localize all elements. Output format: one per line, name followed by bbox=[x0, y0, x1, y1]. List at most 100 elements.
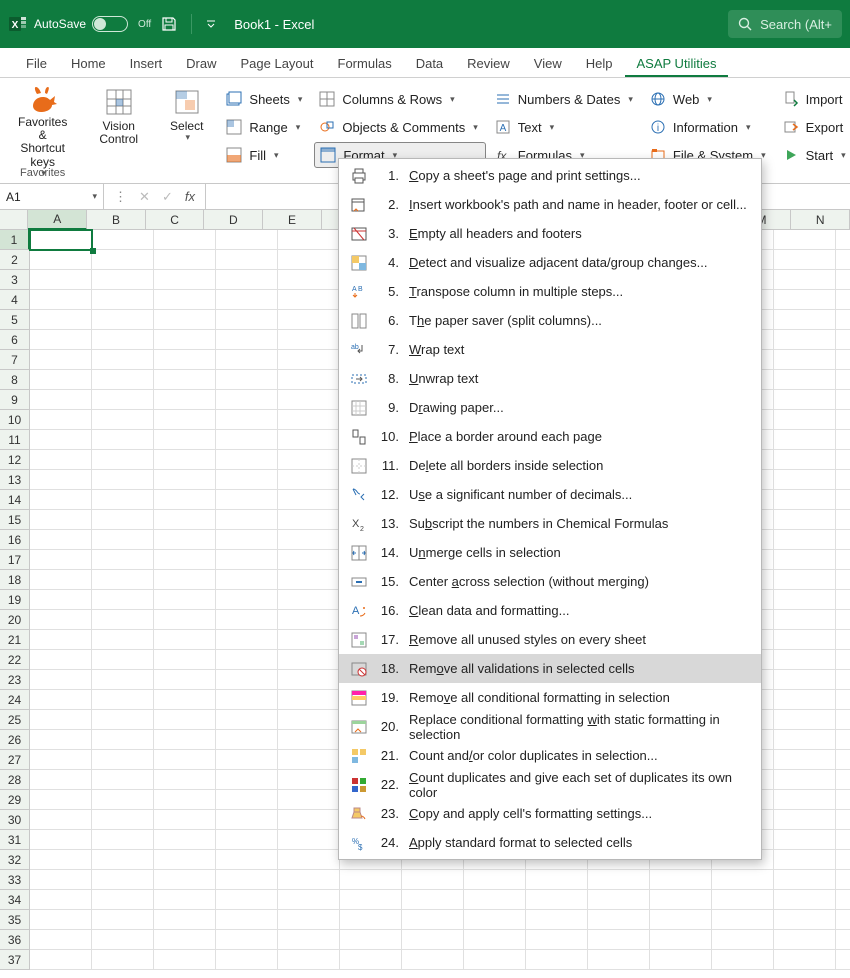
cell[interactable] bbox=[278, 430, 340, 450]
cell[interactable] bbox=[30, 350, 92, 370]
cell[interactable] bbox=[216, 450, 278, 470]
tab-page-layout[interactable]: Page Layout bbox=[229, 50, 326, 77]
cell[interactable] bbox=[650, 950, 712, 970]
autosave-toggle[interactable]: AutoSave Off bbox=[34, 16, 151, 32]
cell[interactable] bbox=[92, 670, 154, 690]
cell[interactable] bbox=[774, 650, 836, 670]
cell[interactable] bbox=[340, 870, 402, 890]
cell[interactable] bbox=[154, 530, 216, 550]
cell[interactable] bbox=[154, 370, 216, 390]
cell[interactable] bbox=[278, 750, 340, 770]
cell[interactable] bbox=[836, 770, 850, 790]
cell[interactable] bbox=[774, 550, 836, 570]
cell[interactable] bbox=[278, 570, 340, 590]
objects-comments-button[interactable]: Objects & Comments▾ bbox=[314, 114, 485, 140]
cell[interactable] bbox=[774, 430, 836, 450]
cell[interactable] bbox=[216, 350, 278, 370]
menu-item-decimals[interactable]: 12.Use a significant number of decimals.… bbox=[339, 480, 761, 509]
cancel-icon[interactable]: ✕ bbox=[139, 189, 150, 205]
cell[interactable] bbox=[216, 550, 278, 570]
search-box[interactable]: Search (Alt+ bbox=[728, 10, 842, 38]
cell[interactable] bbox=[712, 890, 774, 910]
cell[interactable] bbox=[588, 950, 650, 970]
menu-item-path[interactable]: 2.Insert workbook's path and name in hea… bbox=[339, 190, 761, 219]
cell[interactable] bbox=[216, 310, 278, 330]
row-header[interactable]: 24 bbox=[0, 690, 30, 710]
cell[interactable] bbox=[154, 750, 216, 770]
cell[interactable] bbox=[30, 670, 92, 690]
menu-item-count-dup[interactable]: 21.Count and/or color duplicates in sele… bbox=[339, 741, 761, 770]
cell[interactable] bbox=[154, 670, 216, 690]
cell[interactable] bbox=[278, 310, 340, 330]
cell[interactable] bbox=[836, 370, 850, 390]
cell[interactable] bbox=[154, 450, 216, 470]
row-header[interactable]: 14 bbox=[0, 490, 30, 510]
fill-button[interactable]: Fill▾ bbox=[221, 142, 310, 168]
cell[interactable] bbox=[30, 730, 92, 750]
cell[interactable] bbox=[774, 830, 836, 850]
menu-item-wrap[interactable]: ab7.Wrap text bbox=[339, 335, 761, 364]
cell[interactable] bbox=[278, 490, 340, 510]
cell[interactable] bbox=[154, 270, 216, 290]
tab-help[interactable]: Help bbox=[574, 50, 625, 77]
row-header[interactable]: 33 bbox=[0, 870, 30, 890]
row-header[interactable]: 6 bbox=[0, 330, 30, 350]
cell[interactable] bbox=[774, 710, 836, 730]
row-header[interactable]: 30 bbox=[0, 810, 30, 830]
cell[interactable] bbox=[278, 230, 340, 250]
fill-handle[interactable] bbox=[90, 248, 96, 254]
cell[interactable] bbox=[836, 530, 850, 550]
cell[interactable] bbox=[92, 430, 154, 450]
cell[interactable] bbox=[92, 890, 154, 910]
web-button[interactable]: Web▾ bbox=[645, 86, 774, 112]
cell[interactable] bbox=[30, 910, 92, 930]
cell[interactable] bbox=[92, 450, 154, 470]
cell[interactable] bbox=[216, 870, 278, 890]
menu-item-std-fmt[interactable]: %$24.Apply standard format to selected c… bbox=[339, 828, 761, 857]
cell[interactable] bbox=[216, 290, 278, 310]
cell[interactable] bbox=[92, 730, 154, 750]
cell[interactable] bbox=[526, 890, 588, 910]
cell[interactable] bbox=[774, 230, 836, 250]
tab-review[interactable]: Review bbox=[455, 50, 522, 77]
cell[interactable] bbox=[836, 430, 850, 450]
cell[interactable] bbox=[30, 410, 92, 430]
cell[interactable] bbox=[402, 930, 464, 950]
select-button[interactable]: Select ▾ bbox=[164, 84, 209, 158]
cell[interactable] bbox=[464, 950, 526, 970]
vision-control-button[interactable]: Vision Control bbox=[93, 84, 144, 158]
cell[interactable] bbox=[836, 330, 850, 350]
cell[interactable] bbox=[216, 770, 278, 790]
cell[interactable] bbox=[836, 410, 850, 430]
cell[interactable] bbox=[216, 490, 278, 510]
cell[interactable] bbox=[30, 450, 92, 470]
cell[interactable] bbox=[92, 950, 154, 970]
cell[interactable] bbox=[30, 610, 92, 630]
cell[interactable] bbox=[278, 890, 340, 910]
cell[interactable] bbox=[30, 330, 92, 350]
cell[interactable] bbox=[154, 710, 216, 730]
cell[interactable] bbox=[216, 330, 278, 350]
cell[interactable] bbox=[92, 370, 154, 390]
cell[interactable] bbox=[464, 870, 526, 890]
cell[interactable] bbox=[836, 730, 850, 750]
cell[interactable] bbox=[216, 810, 278, 830]
cell[interactable] bbox=[216, 610, 278, 630]
cell[interactable] bbox=[216, 930, 278, 950]
cell[interactable] bbox=[836, 550, 850, 570]
cell[interactable] bbox=[92, 250, 154, 270]
cell[interactable] bbox=[92, 530, 154, 550]
cell[interactable] bbox=[774, 770, 836, 790]
cell[interactable] bbox=[278, 390, 340, 410]
name-box[interactable]: A1 ▾ bbox=[0, 184, 104, 209]
cell[interactable] bbox=[836, 610, 850, 630]
cell[interactable] bbox=[30, 290, 92, 310]
row-header[interactable]: 28 bbox=[0, 770, 30, 790]
cell[interactable] bbox=[836, 930, 850, 950]
cell[interactable] bbox=[340, 910, 402, 930]
tab-data[interactable]: Data bbox=[404, 50, 455, 77]
cell[interactable] bbox=[278, 530, 340, 550]
cell[interactable] bbox=[154, 950, 216, 970]
cell[interactable] bbox=[216, 590, 278, 610]
cell[interactable] bbox=[774, 470, 836, 490]
